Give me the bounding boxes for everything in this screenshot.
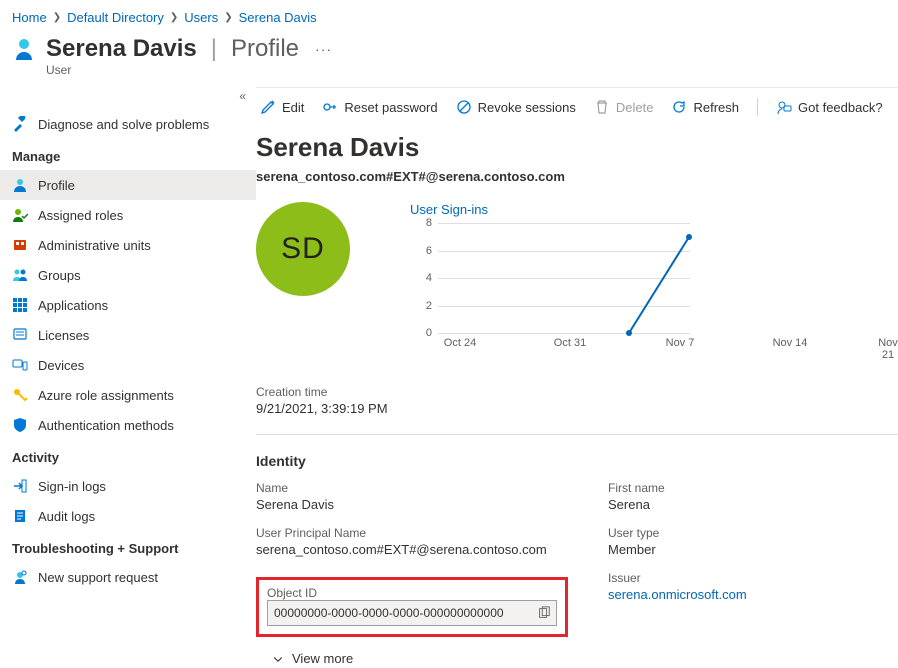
object-id-label: Object ID bbox=[267, 586, 557, 600]
crumb-directory[interactable]: Default Directory bbox=[67, 10, 164, 25]
sidebar-item-signin-logs[interactable]: Sign-in logs bbox=[0, 471, 256, 501]
chart-line bbox=[438, 223, 690, 333]
main-content: Edit Reset password Revoke sessions Dele… bbox=[256, 87, 898, 666]
sidebar-item-profile[interactable]: Profile bbox=[0, 170, 256, 200]
toolbar: Edit Reset password Revoke sessions Dele… bbox=[256, 90, 898, 126]
key-icon bbox=[12, 387, 28, 403]
sidebar-item-label: Administrative units bbox=[38, 238, 151, 253]
issuer-link[interactable]: serena.onmicrosoft.com bbox=[608, 587, 747, 602]
profile-upn: serena_contoso.com#EXT#@serena.contoso.c… bbox=[256, 169, 898, 202]
user-icon bbox=[12, 177, 28, 193]
user-type-label: User type bbox=[608, 526, 898, 540]
people-icon bbox=[12, 267, 28, 283]
sidebar-item-diagnose[interactable]: Diagnose and solve problems bbox=[0, 109, 256, 139]
signins-chart: User Sign-ins 8 6 4 2 0 Oct 24 Oct 31 bbox=[410, 202, 898, 361]
page-title: Serena Davis bbox=[46, 35, 197, 63]
profile-name-heading: Serena Davis bbox=[256, 126, 898, 169]
object-id-highlight: Object ID bbox=[256, 577, 568, 637]
devices-icon bbox=[12, 357, 28, 373]
page-subtitle: User bbox=[0, 63, 898, 77]
sidebar-item-label: Devices bbox=[38, 358, 84, 373]
trash-icon bbox=[594, 99, 610, 115]
issuer-label: Issuer bbox=[608, 571, 898, 585]
sidebar-item-applications[interactable]: Applications bbox=[0, 290, 256, 320]
revoke-sessions-button[interactable]: Revoke sessions bbox=[456, 99, 576, 115]
wrench-icon bbox=[12, 116, 28, 132]
sidebar-item-admin-units[interactable]: Administrative units bbox=[0, 230, 256, 260]
name-label: Name bbox=[256, 481, 568, 495]
grid-icon bbox=[12, 297, 28, 313]
feedback-button[interactable]: Got feedback? bbox=[776, 99, 883, 115]
sidebar-item-label: Licenses bbox=[38, 328, 89, 343]
upn-value: serena_contoso.com#EXT#@serena.contoso.c… bbox=[256, 542, 568, 557]
sidebar-item-label: Groups bbox=[38, 268, 81, 283]
sidebar-item-label: Applications bbox=[38, 298, 108, 313]
page-section: Profile bbox=[231, 35, 299, 63]
sidebar-item-label: Diagnose and solve problems bbox=[38, 117, 209, 132]
sidebar-heading-manage: Manage bbox=[0, 139, 256, 170]
user-check-icon bbox=[12, 207, 28, 223]
view-more-button[interactable]: View more bbox=[256, 651, 898, 666]
sidebar-item-groups[interactable]: Groups bbox=[0, 260, 256, 290]
refresh-icon bbox=[671, 99, 687, 115]
sidebar-item-label: New support request bbox=[38, 570, 158, 585]
sidebar-item-devices[interactable]: Devices bbox=[0, 350, 256, 380]
feedback-icon bbox=[776, 99, 792, 115]
sidebar-item-label: Sign-in logs bbox=[38, 479, 106, 494]
sidebar: « Diagnose and solve problems Manage Pro… bbox=[0, 87, 256, 666]
page-title-row: Serena Davis | Profile ··· bbox=[0, 29, 898, 63]
reset-password-button[interactable]: Reset password bbox=[322, 99, 437, 115]
first-name-label: First name bbox=[608, 481, 898, 495]
org-icon bbox=[12, 237, 28, 253]
copy-button[interactable] bbox=[533, 602, 555, 624]
support-icon bbox=[12, 569, 28, 585]
identity-heading: Identity bbox=[256, 453, 898, 469]
chart-x-axis: Oct 24 Oct 31 Nov 7 Nov 14 Nov 21 bbox=[438, 337, 898, 361]
user-icon bbox=[12, 37, 36, 61]
crumb-users[interactable]: Users bbox=[184, 10, 218, 25]
chevron-right-icon: ❯ bbox=[53, 12, 61, 23]
sidebar-heading-ts: Troubleshooting + Support bbox=[0, 531, 256, 562]
chart-title[interactable]: User Sign-ins bbox=[410, 202, 898, 217]
sidebar-item-support[interactable]: New support request bbox=[0, 562, 256, 592]
block-icon bbox=[456, 99, 472, 115]
sidebar-item-audit-logs[interactable]: Audit logs bbox=[0, 501, 256, 531]
sidebar-item-label: Azure role assignments bbox=[38, 388, 174, 403]
sidebar-heading-activity: Activity bbox=[0, 440, 256, 471]
creation-time-value: 9/21/2021, 3:39:19 PM bbox=[256, 401, 898, 416]
pencil-icon bbox=[260, 99, 276, 115]
sidebar-item-label: Audit logs bbox=[38, 509, 95, 524]
sidebar-item-label: Authentication methods bbox=[38, 418, 174, 433]
edit-button[interactable]: Edit bbox=[260, 99, 304, 115]
more-menu[interactable]: ··· bbox=[315, 41, 332, 57]
license-icon bbox=[12, 327, 28, 343]
sidebar-item-auth-methods[interactable]: Authentication methods bbox=[0, 410, 256, 440]
shield-icon bbox=[12, 417, 28, 433]
collapse-sidebar[interactable]: « bbox=[0, 87, 256, 109]
signin-icon bbox=[12, 478, 28, 494]
first-name-value: Serena bbox=[608, 497, 898, 512]
key-reset-icon bbox=[322, 99, 338, 115]
sidebar-item-assigned-roles[interactable]: Assigned roles bbox=[0, 200, 256, 230]
delete-button: Delete bbox=[594, 99, 654, 115]
sidebar-item-licenses[interactable]: Licenses bbox=[0, 320, 256, 350]
log-icon bbox=[12, 508, 28, 524]
creation-time-label: Creation time bbox=[256, 385, 898, 399]
chevron-right-icon: ❯ bbox=[224, 12, 232, 23]
object-id-input[interactable] bbox=[267, 600, 557, 626]
chevron-down-icon bbox=[272, 653, 284, 665]
refresh-button[interactable]: Refresh bbox=[671, 99, 739, 115]
chevron-right-icon: ❯ bbox=[170, 12, 178, 23]
crumb-home[interactable]: Home bbox=[12, 10, 47, 25]
copy-icon bbox=[537, 606, 551, 620]
name-value: Serena Davis bbox=[256, 497, 568, 512]
sidebar-item-label: Assigned roles bbox=[38, 208, 123, 223]
crumb-current[interactable]: Serena Davis bbox=[239, 10, 317, 25]
user-type-value: Member bbox=[608, 542, 898, 557]
sidebar-item-azure-roles[interactable]: Azure role assignments bbox=[0, 380, 256, 410]
breadcrumb: Home ❯ Default Directory ❯ Users ❯ Seren… bbox=[0, 0, 898, 29]
upn-label: User Principal Name bbox=[256, 526, 568, 540]
sidebar-item-label: Profile bbox=[38, 178, 75, 193]
avatar: SD bbox=[256, 202, 350, 296]
